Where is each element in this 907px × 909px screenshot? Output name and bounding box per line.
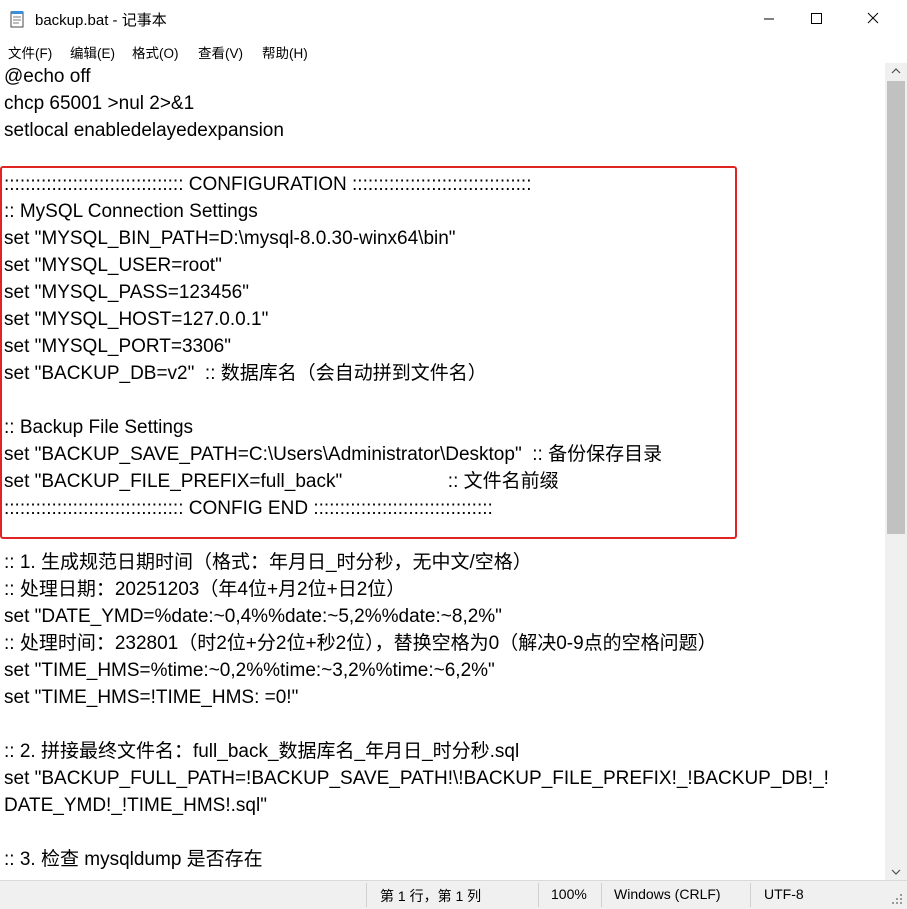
chevron-down-icon [891,869,901,875]
code-line: setlocal enabledelayedexpansion [4,120,284,141]
maximize-button[interactable] [793,0,839,38]
status-separator [538,883,539,907]
code-line: set "MYSQL_USER=root" [4,255,222,276]
code-line: set "MYSQL_PORT=3306" [4,336,231,357]
code-line: DATE_YMD!_!TIME_HMS!.sql" [4,795,267,816]
code-line: set "MYSQL_BIN_PATH=D:\mysql-8.0.30-winx… [4,228,456,249]
code-line: chcp 65001 >nul 2>&1 [4,93,195,114]
code-line: set "BACKUP_FULL_PATH=!BACKUP_SAVE_PATH!… [4,768,829,789]
code-line: :::::::::::::::::::::::::::::::::: CONFI… [4,174,532,195]
vertical-scrollbar[interactable] [885,63,907,880]
title-bar[interactable]: backup.bat - 记事本 [0,0,907,38]
minimize-button[interactable] [746,0,792,38]
menu-view[interactable]: 查看(V) [198,42,243,62]
code-line: set "BACKUP_SAVE_PATH=C:\Users\Administr… [4,444,663,465]
line-ending: Windows (CRLF) [614,886,721,902]
code-line: set "TIME_HMS=%time:~0,2%%time:~3,2%%tim… [4,660,495,681]
menu-help[interactable]: 帮助(H) [262,42,308,62]
menu-file[interactable]: 文件(F) [8,42,52,62]
status-separator [750,883,751,907]
code-line: set "DATE_YMD=%date:~0,4%%date:~5,2%%dat… [4,606,502,627]
zoom-level: 100% [551,886,587,902]
scroll-thumb[interactable] [887,81,905,534]
code-line: set "MYSQL_PASS=123456" [4,282,249,303]
notepad-icon [10,11,24,28]
minimize-icon [764,18,774,20]
close-icon [867,12,879,24]
menu-edit[interactable]: 编辑(E) [70,42,115,62]
scroll-down-button[interactable] [885,863,907,880]
code-line: @echo off [4,66,91,87]
chevron-up-icon [891,68,901,74]
code-line: :: 3. 检查 mysqldump 是否存在 [4,849,263,870]
code-line: set "BACKUP_DB=v2" :: 数据库名（会自动拼到文件名） [4,363,487,384]
text-editor[interactable]: @echo off chcp 65001 >nul 2>&1 setlocal … [0,63,885,880]
cursor-position: 第 1 行，第 1 列 [380,888,482,904]
status-separator [366,883,367,907]
maximize-icon [811,13,822,24]
status-bar: 第 1 行，第 1 列 100% Windows (CRLF) UTF-8 [0,880,907,909]
status-separator [601,883,602,907]
code-line: :: 2. 拼接最终文件名：full_back_数据库名_年月日_时分秒.sql [4,741,520,762]
code-line: :::::::::::::::::::::::::::::::::: CONFI… [4,498,493,519]
code-line: set "MYSQL_HOST=127.0.0.1" [4,309,269,330]
menu-format[interactable]: 格式(O) [132,42,179,62]
window-title: backup.bat - 记事本 [35,12,167,29]
code-line: :: Backup File Settings [4,417,194,438]
menu-bar: 文件(F) 编辑(E) 格式(O) 查看(V) 帮助(H) [0,38,907,62]
code-line: :: MySQL Connection Settings [4,201,258,222]
code-line: :: 处理日期：20251203（年4位+月2位+日2位） [4,579,406,600]
file-encoding: UTF-8 [764,886,804,902]
code-line: :: 1. 生成规范日期时间（格式：年月日_时分秒，无中文/空格） [4,552,532,573]
scroll-up-button[interactable] [885,63,907,80]
code-line: set "TIME_HMS=!TIME_HMS: =0!" [4,687,299,708]
resize-grip-icon[interactable] [888,890,904,906]
code-line: set "BACKUP_FILE_PREFIX=full_back" :: 文件… [4,471,559,492]
code-line: :: 处理时间：232801（时2位+分2位+秒2位），替换空格为0（解决0-9… [4,633,717,654]
close-button[interactable] [850,0,896,38]
